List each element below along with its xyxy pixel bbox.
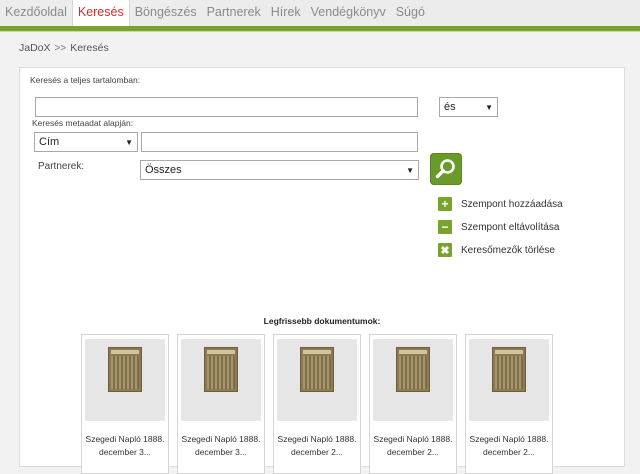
document-card[interactable]: Szegedi Napló 1888. december 2... — [273, 334, 361, 474]
document-thumbnail — [277, 339, 357, 421]
breadcrumb: JaDoX >> Keresés — [19, 42, 109, 54]
clear-fields-button[interactable]: ✖ Keresőmezők törlése — [438, 243, 555, 257]
main-nav: Kezdőoldal Keresés Böngészés Partnerek H… — [0, 0, 640, 26]
fulltext-input[interactable] — [35, 97, 418, 117]
tab-home[interactable]: Kezdőoldal — [0, 0, 72, 26]
document-card[interactable]: Szegedi Napló 1888. december 2... — [465, 334, 553, 474]
remove-criterion-button[interactable]: − Szempont eltávolítása — [438, 220, 559, 234]
metadata-value-input[interactable] — [141, 132, 418, 152]
minus-icon: − — [438, 220, 452, 234]
document-thumbnail — [85, 339, 165, 421]
nav-accent-line — [0, 31, 640, 32]
chevron-down-icon: ▼ — [125, 137, 133, 147]
document-thumbnail — [469, 339, 549, 421]
metadata-label: Keresés metaadat alapján: — [32, 118, 134, 128]
document-caption: Szegedi Napló 1888. december 2... — [277, 434, 357, 457]
breadcrumb-current: Keresés — [70, 42, 109, 54]
tab-guestbook[interactable]: Vendégkönyv — [306, 0, 391, 26]
chevron-down-icon: ▼ — [406, 165, 414, 175]
document-card[interactable]: Szegedi Napló 1888. december 3... — [81, 334, 169, 474]
fulltext-label: Keresés a teljes tartalomban: — [30, 75, 141, 85]
remove-criterion-label: Szempont eltávolítása — [461, 221, 560, 233]
tab-search[interactable]: Keresés — [71, 0, 130, 26]
document-caption: Szegedi Napló 1888. december 3... — [181, 434, 261, 457]
document-thumbnail — [181, 339, 261, 421]
document-thumbnail — [373, 339, 453, 421]
document-caption: Szegedi Napló 1888. december 2... — [373, 434, 453, 457]
search-button[interactable] — [430, 153, 462, 185]
tab-news[interactable]: Hírek — [266, 0, 306, 26]
latest-documents-title: Legfrissebb dokumentumok: — [263, 316, 381, 326]
metadata-field-value: Cím — [39, 136, 60, 148]
magnifier-icon — [435, 159, 455, 179]
chevron-down-icon: ▼ — [485, 102, 493, 112]
document-card[interactable]: Szegedi Napló 1888. december 2... — [369, 334, 457, 474]
operator-select[interactable]: és ▼ — [439, 97, 498, 117]
add-criterion-button[interactable]: + Szempont hozzáadása — [438, 197, 563, 211]
partners-value: Összes — [145, 164, 182, 176]
document-caption: Szegedi Napló 1888. december 2... — [469, 434, 549, 457]
operator-value: és — [444, 101, 456, 113]
plus-icon: + — [438, 197, 452, 211]
tab-help[interactable]: Súgó — [391, 0, 430, 26]
clear-fields-label: Keresőmezők törlése — [461, 244, 555, 256]
close-icon: ✖ — [438, 243, 452, 257]
breadcrumb-separator: >> — [54, 43, 67, 54]
tab-browse[interactable]: Böngészés — [130, 0, 202, 26]
tab-partners[interactable]: Partnerek — [202, 0, 266, 26]
document-caption: Szegedi Napló 1888. december 3... — [85, 434, 165, 457]
partners-label: Partnerek: — [38, 161, 85, 172]
search-panel: Keresés a teljes tartalomban: és ▼ Keres… — [19, 67, 625, 474]
metadata-field-select[interactable]: Cím ▼ — [34, 132, 138, 152]
partners-select[interactable]: Összes ▼ — [140, 160, 419, 180]
document-card[interactable]: Szegedi Napló 1888. december 3... — [177, 334, 265, 474]
add-criterion-label: Szempont hozzáadása — [461, 198, 563, 210]
breadcrumb-home[interactable]: JaDoX — [19, 42, 51, 54]
